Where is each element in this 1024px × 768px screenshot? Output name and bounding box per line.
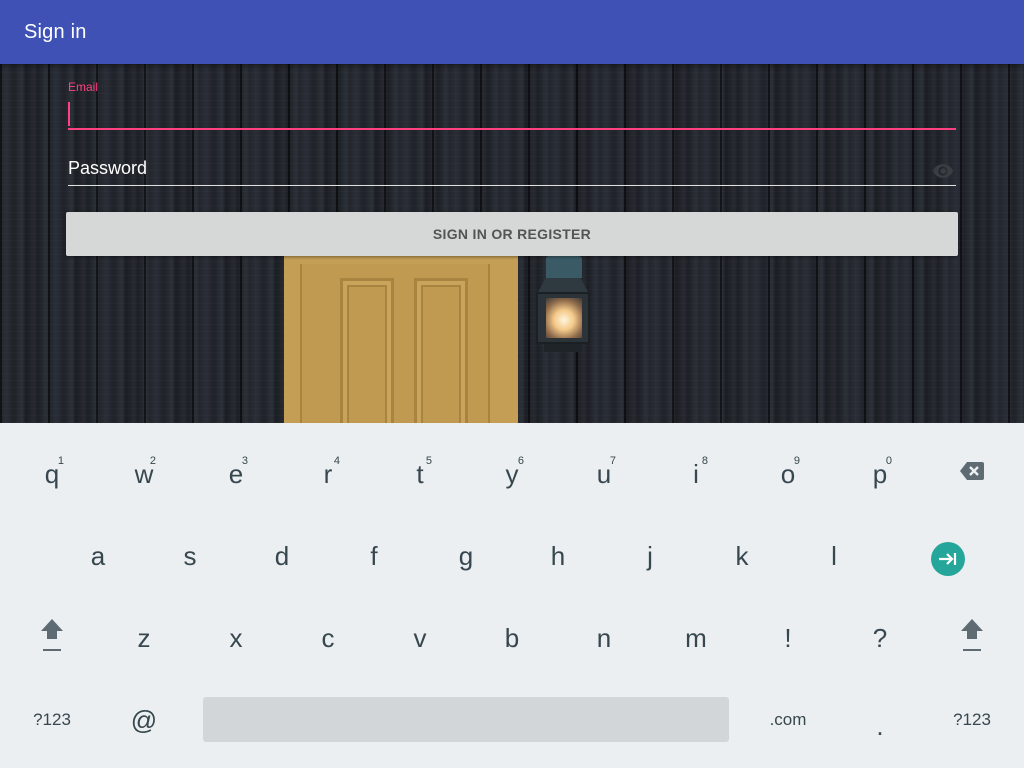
key-exclamation[interactable]: ! bbox=[748, 603, 828, 673]
key-z[interactable]: z bbox=[104, 603, 184, 673]
key-at[interactable]: @ bbox=[104, 685, 184, 755]
email-label: Email bbox=[68, 80, 99, 94]
shift-icon bbox=[39, 617, 65, 660]
key-label: r bbox=[323, 458, 333, 489]
key-label: c bbox=[321, 622, 335, 653]
dotcom-key[interactable]: .com bbox=[748, 685, 828, 755]
key-label: j bbox=[647, 540, 653, 571]
key-hint: 0 bbox=[885, 455, 892, 467]
key-q[interactable]: 1q bbox=[12, 439, 92, 509]
key-y[interactable]: 6y bbox=[472, 439, 552, 509]
key-h[interactable]: h bbox=[518, 521, 598, 591]
key-hint: 1 bbox=[57, 455, 64, 467]
key-label: l bbox=[831, 540, 837, 571]
on-screen-keyboard: 1q 2w 3e 4r 5t 6y 7u 8i 9o 0p a s d f g … bbox=[0, 423, 1024, 768]
key-f[interactable]: f bbox=[334, 521, 414, 591]
key-label: . bbox=[876, 710, 884, 741]
key-j[interactable]: j bbox=[610, 521, 690, 591]
key-p[interactable]: 0p bbox=[840, 439, 920, 509]
key-r[interactable]: 4r bbox=[288, 439, 368, 509]
backspace-icon bbox=[959, 457, 985, 488]
key-k[interactable]: k bbox=[702, 521, 782, 591]
symbols-key-left[interactable]: ?123 bbox=[12, 685, 92, 755]
key-n[interactable]: n bbox=[564, 603, 644, 673]
space-bar[interactable] bbox=[203, 697, 729, 742]
key-label: .com bbox=[769, 710, 807, 729]
key-hint: 4 bbox=[333, 455, 340, 467]
key-label: t bbox=[416, 458, 424, 489]
key-x[interactable]: x bbox=[196, 603, 276, 673]
key-u[interactable]: 7u bbox=[564, 439, 644, 509]
lantern bbox=[534, 256, 590, 356]
key-d[interactable]: d bbox=[242, 521, 322, 591]
key-a[interactable]: a bbox=[58, 521, 138, 591]
key-s[interactable]: s bbox=[150, 521, 230, 591]
password-field[interactable] bbox=[68, 152, 956, 186]
key-hint: 9 bbox=[793, 455, 800, 467]
key-label: g bbox=[458, 540, 474, 571]
key-label: z bbox=[137, 622, 151, 653]
key-t[interactable]: 5t bbox=[380, 439, 460, 509]
sign-in-or-register-button[interactable]: SIGN IN OR REGISTER bbox=[66, 212, 958, 256]
app-bar: Sign in bbox=[0, 0, 1024, 64]
key-hint: 5 bbox=[425, 455, 432, 467]
lantern-roof bbox=[538, 278, 588, 292]
door-panel-right bbox=[414, 278, 468, 423]
key-label: v bbox=[413, 622, 427, 653]
email-field[interactable] bbox=[68, 96, 956, 130]
key-label: ?123 bbox=[953, 710, 991, 729]
text-cursor bbox=[68, 102, 70, 126]
key-w[interactable]: 2w bbox=[104, 439, 184, 509]
key-c[interactable]: c bbox=[288, 603, 368, 673]
key-e[interactable]: 3e bbox=[196, 439, 276, 509]
key-label: ?123 bbox=[33, 710, 71, 729]
lantern-base bbox=[544, 344, 582, 352]
key-label: m bbox=[685, 622, 707, 653]
symbols-key-right[interactable]: ?123 bbox=[932, 685, 1012, 755]
next-field-key[interactable] bbox=[908, 524, 988, 594]
key-o[interactable]: 9o bbox=[748, 439, 828, 509]
key-g[interactable]: g bbox=[426, 521, 506, 591]
shift-key-left[interactable] bbox=[12, 603, 92, 673]
shift-icon bbox=[959, 617, 985, 660]
lantern-glass bbox=[546, 298, 582, 338]
key-hint: 6 bbox=[517, 455, 524, 467]
door-panel-left bbox=[340, 278, 394, 423]
key-label: i bbox=[693, 458, 699, 489]
key-i[interactable]: 8i bbox=[656, 439, 736, 509]
key-label: k bbox=[735, 540, 749, 571]
key-v[interactable]: v bbox=[380, 603, 460, 673]
key-m[interactable]: m bbox=[656, 603, 736, 673]
backspace-key[interactable] bbox=[932, 437, 1012, 507]
key-label: y bbox=[505, 458, 519, 489]
key-label: ! bbox=[784, 622, 792, 653]
eye-icon[interactable] bbox=[932, 160, 954, 182]
key-hint: 2 bbox=[149, 455, 156, 467]
lantern-cap bbox=[546, 256, 582, 278]
key-b[interactable]: b bbox=[472, 603, 552, 673]
key-l[interactable]: l bbox=[794, 521, 874, 591]
key-label: ? bbox=[872, 622, 888, 653]
key-label: f bbox=[370, 540, 378, 571]
key-label: b bbox=[504, 622, 520, 653]
page-title: Sign in bbox=[24, 20, 87, 43]
key-period[interactable]: . bbox=[840, 691, 920, 761]
key-question[interactable]: ? bbox=[840, 603, 920, 673]
shift-key-right[interactable] bbox=[932, 603, 1012, 673]
key-label: d bbox=[274, 540, 290, 571]
key-label: a bbox=[90, 540, 106, 571]
key-hint: 7 bbox=[609, 455, 616, 467]
key-label: h bbox=[550, 540, 566, 571]
lantern-body bbox=[536, 292, 590, 344]
door bbox=[300, 264, 490, 423]
next-field-icon bbox=[931, 542, 965, 576]
key-label: @ bbox=[130, 704, 158, 735]
key-hint: 8 bbox=[701, 455, 708, 467]
key-label: s bbox=[183, 540, 197, 571]
key-hint: 3 bbox=[241, 455, 248, 467]
key-label: n bbox=[596, 622, 612, 653]
key-label: x bbox=[229, 622, 243, 653]
